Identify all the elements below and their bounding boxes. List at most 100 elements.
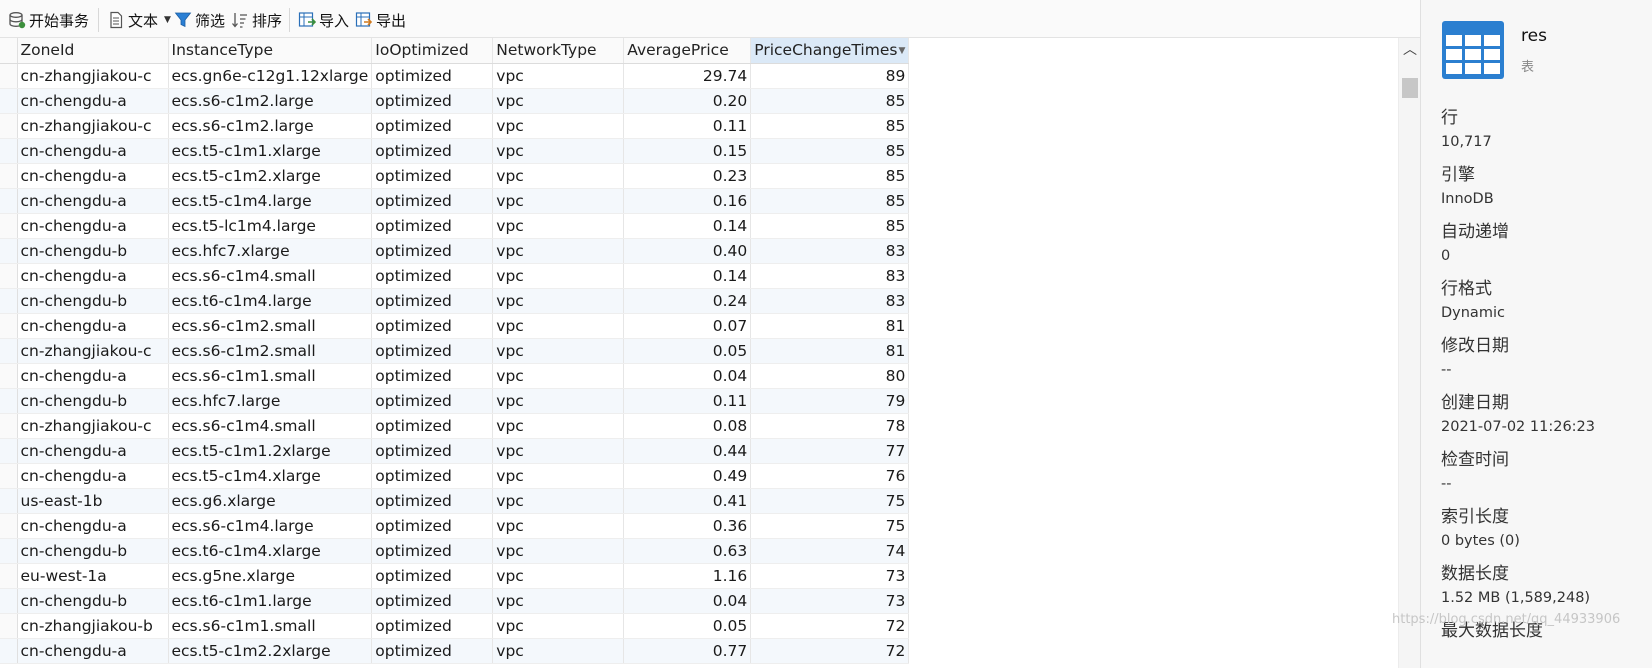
table-row[interactable]: cn-chengdu-a ecs.t5-c1m2.xlarge optimized v… (0, 163, 910, 189)
table-cell[interactable]: ecs.t5-c1m4.xlarge (168, 463, 373, 489)
table-row[interactable]: cn-chengdu-a ecs.s6-c1m2.small optimized vp… (0, 313, 910, 339)
table-cell[interactable]: cn-zhangjiakou-c (17, 113, 169, 139)
table-cell[interactable]: ecs.s6-c1m2.large (168, 88, 373, 114)
table-cell[interactable]: 81 (750, 338, 910, 364)
table-cell[interactable]: 85 (750, 88, 910, 114)
table-cell[interactable]: 1.16 (623, 563, 752, 589)
table-cell[interactable]: 29.74 (623, 63, 752, 89)
table-cell[interactable]: 78 (750, 413, 910, 439)
table-cell[interactable]: optimized (371, 588, 494, 614)
scrollbar-thumb[interactable] (1402, 78, 1418, 98)
row-selector[interactable] (0, 588, 18, 614)
row-selector[interactable] (0, 563, 18, 589)
table-cell[interactable]: ecs.t6-c1m4.large (168, 288, 373, 314)
table-cell[interactable]: 85 (750, 163, 910, 189)
table-row[interactable]: cn-chengdu-a ecs.t5-c1m1.xlarge optimized v… (0, 138, 910, 164)
table-cell[interactable]: vpc (492, 213, 625, 239)
table-cell[interactable]: 79 (750, 388, 910, 414)
table-cell[interactable]: cn-zhangjiakou-c (17, 338, 169, 364)
table-cell[interactable]: optimized (371, 413, 494, 439)
table-cell[interactable]: vpc (492, 338, 625, 364)
table-cell[interactable]: vpc (492, 188, 625, 214)
table-cell[interactable]: ecs.s6-c1m4.small (168, 413, 373, 439)
table-row[interactable]: cn-chengdu-b ecs.hfc7.large optimized vpc 0.… (0, 388, 910, 414)
table-cell[interactable]: vpc (492, 488, 625, 514)
table-cell[interactable]: vpc (492, 88, 625, 114)
table-cell[interactable]: cn-chengdu-b (17, 538, 169, 564)
table-cell[interactable]: cn-chengdu-a (17, 263, 169, 289)
table-cell[interactable]: ecs.hfc7.xlarge (168, 238, 373, 264)
table-cell[interactable]: optimized (371, 238, 494, 264)
row-selector[interactable] (0, 188, 18, 214)
row-selector[interactable] (0, 388, 18, 414)
table-cell[interactable]: optimized (371, 63, 494, 89)
table-cell[interactable]: ecs.t5-c1m1.2xlarge (168, 438, 373, 464)
table-cell[interactable]: ecs.s6-c1m4.small (168, 263, 373, 289)
table-cell[interactable]: optimized (371, 363, 494, 389)
table-cell[interactable]: cn-chengdu-a (17, 88, 169, 114)
table-row[interactable]: cn-zhangjiakou-c ecs.s6-c1m2.small optimiz… (0, 338, 910, 364)
table-cell[interactable]: optimized (371, 538, 494, 564)
table-cell[interactable]: optimized (371, 163, 494, 189)
table-cell[interactable]: optimized (371, 188, 494, 214)
table-cell[interactable]: optimized (371, 488, 494, 514)
column-header-averageprice[interactable]: AveragePrice (623, 38, 752, 64)
table-cell[interactable]: vpc (492, 388, 625, 414)
table-row[interactable]: cn-chengdu-a ecs.s6-c1m2.large optimized vp… (0, 88, 910, 114)
table-cell[interactable]: 85 (750, 188, 910, 214)
row-selector[interactable] (0, 363, 18, 389)
table-cell[interactable]: 75 (750, 488, 910, 514)
table-cell[interactable]: eu-west-1a (17, 563, 169, 589)
table-cell[interactable]: 0.15 (623, 138, 752, 164)
column-header-zoneid[interactable]: ZoneId (17, 38, 169, 64)
row-selector[interactable] (0, 488, 18, 514)
table-cell[interactable]: ecs.s6-c1m1.small (168, 613, 373, 639)
table-cell[interactable]: 0.05 (623, 338, 752, 364)
table-cell[interactable]: 0.07 (623, 313, 752, 339)
table-cell[interactable]: 0.08 (623, 413, 752, 439)
table-cell[interactable]: 0.36 (623, 513, 752, 539)
table-cell[interactable]: cn-chengdu-b (17, 238, 169, 264)
table-cell[interactable]: ecs.t5-c1m2.2xlarge (168, 638, 373, 664)
table-cell[interactable]: 83 (750, 263, 910, 289)
table-cell[interactable]: vpc (492, 563, 625, 589)
table-cell[interactable]: ecs.t6-c1m4.xlarge (168, 538, 373, 564)
table-cell[interactable]: optimized (371, 513, 494, 539)
table-row[interactable]: cn-chengdu-a ecs.t5-c1m4.xlarge optimized v… (0, 463, 910, 489)
table-cell[interactable]: vpc (492, 438, 625, 464)
table-cell[interactable]: 75 (750, 513, 910, 539)
table-cell[interactable]: optimized (371, 313, 494, 339)
table-cell[interactable]: cn-zhangjiakou-c (17, 413, 169, 439)
row-selector[interactable] (0, 138, 18, 164)
table-row[interactable]: cn-chengdu-a ecs.t5-c1m2.2xlarge optimized… (0, 638, 910, 664)
table-cell[interactable]: ecs.t5-c1m2.xlarge (168, 163, 373, 189)
row-selector[interactable] (0, 63, 18, 89)
table-row[interactable]: cn-chengdu-b ecs.t6-c1m4.xlarge optimized v… (0, 538, 910, 564)
table-cell[interactable]: vpc (492, 588, 625, 614)
table-cell[interactable]: 85 (750, 138, 910, 164)
table-cell[interactable]: vpc (492, 113, 625, 139)
vertical-scrollbar[interactable]: ︿ (1398, 38, 1420, 668)
table-cell[interactable]: ecs.s6-c1m2.large (168, 113, 373, 139)
table-cell[interactable]: vpc (492, 63, 625, 89)
table-cell[interactable]: optimized (371, 88, 494, 114)
row-selector[interactable] (0, 238, 18, 264)
table-cell[interactable]: 0.16 (623, 188, 752, 214)
table-cell[interactable]: 0.11 (623, 113, 752, 139)
table-row[interactable]: us-east-1b ecs.g6.xlarge optimized vpc 0.41 7… (0, 488, 910, 514)
row-selector[interactable] (0, 263, 18, 289)
table-cell[interactable]: vpc (492, 363, 625, 389)
table-cell[interactable]: 0.41 (623, 488, 752, 514)
table-row[interactable]: cn-zhangjiakou-b ecs.s6-c1m1.small optimiz… (0, 613, 910, 639)
table-cell[interactable]: 85 (750, 213, 910, 239)
table-cell[interactable]: vpc (492, 163, 625, 189)
table-cell[interactable]: cn-chengdu-a (17, 213, 169, 239)
column-header-instancetype[interactable]: InstanceType (168, 38, 373, 64)
row-selector[interactable] (0, 288, 18, 314)
row-selector[interactable] (0, 538, 18, 564)
table-row[interactable]: cn-chengdu-a ecs.s6-c1m4.small optimized vp… (0, 263, 910, 289)
table-row[interactable]: cn-chengdu-a ecs.s6-c1m1.small optimized vp… (0, 363, 910, 389)
table-cell[interactable]: ecs.t6-c1m1.large (168, 588, 373, 614)
table-cell[interactable]: ecs.s6-c1m2.small (168, 338, 373, 364)
table-cell[interactable]: 0.23 (623, 163, 752, 189)
